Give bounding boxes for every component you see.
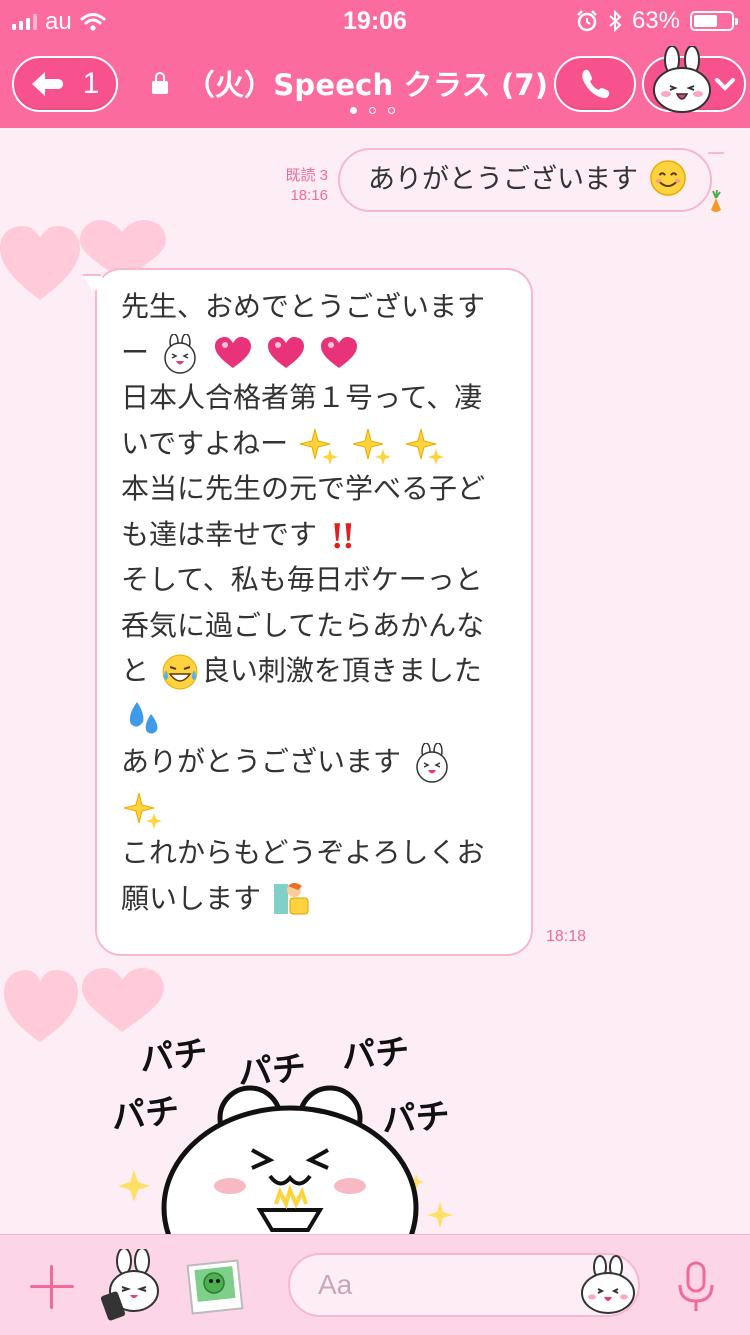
message-line: 願いします — [121, 876, 517, 922]
sweat-droplets-icon — [129, 701, 158, 734]
bowing-person-icon — [273, 882, 309, 914]
page-dot — [350, 107, 357, 114]
message-line: 日本人合格者第１号って、凄 — [121, 381, 483, 414]
outgoing-message-text: ありがとうございます — [368, 164, 638, 195]
chat-title[interactable]: （火）Speech クラス (7) — [150, 62, 550, 104]
sticker-message[interactable]: パチ パチ パチ パチ パチ — [100, 1020, 480, 1234]
read-receipt: 既読 3 — [285, 167, 328, 184]
sticker-word: パチ — [381, 1096, 452, 1141]
alarm-icon — [577, 10, 597, 32]
double-exclamation-icon — [334, 522, 352, 548]
heart-icon — [267, 336, 304, 368]
page-indicator — [350, 107, 395, 114]
message-line: と 良い刺激を頂きました — [121, 648, 517, 694]
heart-icon — [320, 336, 357, 368]
message-line: そして、私も毎日ボケーっと — [121, 563, 483, 596]
page-dot — [369, 107, 376, 114]
sparkles-icon — [352, 428, 391, 465]
incoming-message[interactable]: 先生、おめでとうございます ー 日本人合格者第１号って、凄 いですよねー 本当に… — [95, 268, 533, 956]
message-line — [121, 785, 517, 831]
chat-title-text: （火）Speech クラス (7) — [185, 68, 549, 102]
message-time: 18:18 — [546, 928, 587, 945]
microphone-icon[interactable] — [676, 1261, 716, 1313]
heart-icon — [214, 336, 251, 368]
message-line: も達は幸せです — [121, 512, 517, 558]
chat-header: 1 （火）Speech クラス (7) — [0, 40, 750, 128]
rabbit-laughing-icon — [164, 333, 196, 374]
rabbit-avatar-icon — [653, 46, 711, 113]
back-arrow-icon — [31, 72, 63, 96]
message-line: ありがとうございます — [121, 739, 517, 785]
page-dot — [388, 107, 395, 114]
sparkles-icon — [405, 428, 444, 465]
bluetooth-icon — [609, 10, 622, 32]
call-button[interactable] — [554, 56, 636, 112]
input-bar: Aa — [0, 1234, 750, 1335]
message-meta: 既読 3 18:16 — [268, 166, 328, 206]
message-line: 先生、おめでとうございます — [121, 290, 486, 323]
message-line — [121, 694, 517, 740]
sparkles-icon — [299, 428, 339, 465]
message-line: 本当に先生の元で学べる子ど — [121, 472, 486, 505]
unread-count: 1 — [82, 67, 100, 100]
message-input-placeholder: Aa — [318, 1269, 353, 1300]
sticker-word: パチ — [110, 1091, 182, 1138]
phone-icon — [582, 69, 610, 99]
sticker-word: パチ — [340, 1032, 411, 1078]
message-line: これからもどうぞよろしくお — [121, 836, 485, 869]
status-bar: au 19:06 63% — [0, 0, 750, 40]
sticker-word: パチ — [138, 1033, 210, 1080]
rabbit-sticker-shortcut-icon[interactable] — [100, 1249, 164, 1323]
smiling-face-icon — [649, 159, 686, 196]
message-line: いですよねー — [121, 421, 517, 467]
emoji-sticker-button[interactable] — [578, 1255, 638, 1315]
back-button[interactable]: 1 — [12, 56, 118, 112]
menu-button[interactable] — [642, 46, 746, 113]
clapping-bear-sticker: パチ パチ パチ パチ パチ — [110, 1032, 453, 1234]
message-line: ー — [121, 330, 517, 376]
message-line: 呑気に過ごしてたらあかんな — [121, 608, 485, 642]
battery-icon — [690, 11, 738, 31]
message-time: 18:16 — [290, 187, 328, 204]
chevron-down-icon — [715, 78, 735, 91]
add-button[interactable] — [28, 1263, 76, 1311]
carrot-icon — [711, 190, 721, 212]
sparkles-icon — [123, 792, 162, 829]
battery-percent: 63% — [631, 7, 680, 34]
lock-icon — [151, 72, 168, 94]
rabbit-laughing-icon — [416, 743, 448, 783]
tears-of-joy-icon — [162, 654, 198, 690]
outgoing-message[interactable]: ありがとうございます — [338, 148, 712, 212]
photo-gallery-icon[interactable] — [184, 1257, 244, 1317]
